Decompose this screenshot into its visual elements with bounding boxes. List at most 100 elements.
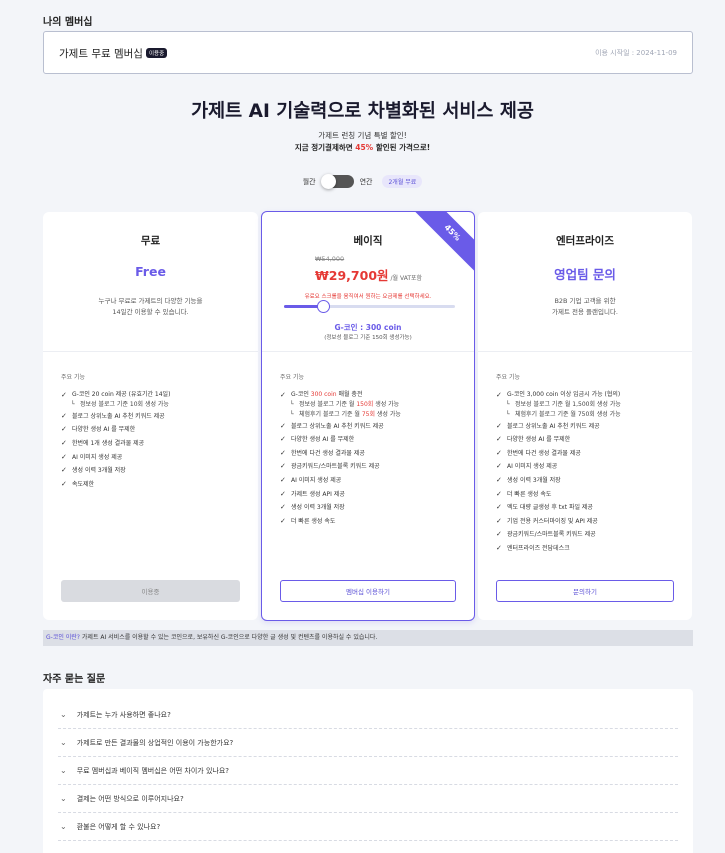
hero-discount-prefix: 지금 정기결제하면	[294, 143, 356, 152]
feature-list: G-코인 3,000 coin 이상 입금시 가능 (협의) 정보성 블로그 기…	[496, 390, 682, 556]
hero-subtitle: 가제트 런칭 기념 특별 할인!	[318, 131, 407, 140]
feature-item: 다양한 생성 AI 를 무제한	[61, 423, 248, 437]
feature-item: 더 빠른 생성 속도	[280, 515, 464, 529]
feature-sub-item: 정보성 블로그 기준 월 150회 생성 가능	[280, 400, 464, 410]
hero-title: 가제트 AI 기술력으로 차별화된 서비스 제공	[191, 101, 534, 122]
divider	[43, 351, 258, 352]
faq-question: 가제트는 누가 사용하면 좋나요?	[76, 710, 171, 719]
membership-name: 가제트 무료 멤버십 이용중	[59, 46, 168, 61]
plan-description: B2B 기업 고객을 위한 가제트 전용 플랜입니다.	[552, 297, 618, 316]
monthly-label[interactable]: 월간	[303, 177, 316, 187]
feature-sub-item: 체험후기 블로그 기준 월 750회 생성 가능	[496, 410, 682, 420]
faq-item[interactable]: ⌄ 무료 멤버십과 베이직 멤버십은 어떤 차이가 있나요?	[58, 757, 678, 785]
billing-period-toggle[interactable]	[320, 174, 354, 189]
feature-item: 엑도 대량 글생성 후 txt 파일 제공	[496, 501, 682, 515]
price-period: /월 VAT포함	[390, 275, 423, 282]
feature-item: 한번에 다건 생성 결과물 제공	[496, 447, 682, 461]
divider	[262, 351, 474, 352]
feature-sub-item: 체험후기 블로그 기준 월 75회 생성 가능	[280, 410, 464, 420]
feature-item: 가제트 생성 API 제공	[280, 488, 464, 502]
feature-item: AI 이미지 생성 제공	[61, 451, 248, 465]
feature-item: 한번에 다건 생성 결과물 제공	[280, 447, 464, 461]
plan-card-free: 무료 Free 누구나 무료로 가제트의 다양한 기능을 14일간 이용할 수 …	[43, 212, 258, 620]
faq-question: 가제트로 만든 결과물의 상업적인 이용이 가능한가요?	[76, 738, 234, 747]
plan-card-enterprise: 엔터프라이즈 영업팀 문의 B2B 기업 고객을 위한 가제트 전용 플랜입니다…	[478, 212, 692, 620]
feature-item: 생성 이력 3개월 저장	[61, 464, 248, 478]
status-badge: 이용중	[145, 48, 168, 58]
feature-text: 정보성 블로그 기준 월	[299, 401, 357, 408]
coin-slider[interactable]	[284, 300, 455, 313]
feature-item: 엔터프라이즈 전담데스크	[496, 542, 682, 556]
faq-question: 환불은 어떻게 할 수 있나요?	[76, 822, 161, 831]
slider-thumb[interactable]	[317, 300, 331, 313]
feature-text: 생성 가능	[373, 401, 400, 408]
yearly-discount-pill: 2개월 무료	[382, 175, 423, 188]
feature-item: AI 이미지 생성 제공	[280, 474, 464, 488]
feature-item: 다양한 생성 AI 를 무제한	[496, 433, 682, 447]
feature-item: G-코인 20 coin 제공 (유효기간 14일)	[61, 390, 248, 400]
feature-text: 체험후기 블로그 기준 월	[299, 410, 362, 418]
feature-item: 블로그 상위노출 AI 추천 키워드 제공	[61, 410, 248, 424]
membership-start-date: 이용 시작일 : 2024-11-09	[595, 49, 677, 57]
feature-highlight: 150회	[356, 401, 374, 408]
feature-item: AI 이미지 생성 제공	[496, 460, 682, 474]
membership-status-card: 가제트 무료 멤버십 이용중 이용 시작일 : 2024-11-09	[43, 31, 693, 74]
faq-item[interactable]: ⌄ 환불은 어떻게 할 수 있나요?	[58, 813, 678, 841]
faq-item[interactable]: ⌄ 가제트로 만든 결과물의 상업적인 이용이 가능한가요?	[58, 729, 678, 757]
chevron-down-icon: ⌄	[60, 710, 67, 719]
contact-sales-button[interactable]: 문의하기	[496, 580, 674, 602]
my-membership-title: 나의 멤버십	[43, 17, 93, 28]
faq-question: 결제는 어떤 방식으로 이루어지나요?	[76, 794, 184, 803]
features-label: 주요 기능	[280, 374, 304, 381]
feature-item: 광금키워드/스마트블록 키워드 제공	[496, 528, 682, 542]
plan-title: 무료	[140, 235, 161, 247]
coin-amount-label: G-코인 : 300 coin	[334, 323, 402, 332]
faq-list: ⌄ 가제트는 누가 사용하면 좋나요? ⌄ 가제트로 만든 결과물의 상업적인 이용…	[43, 689, 693, 853]
gcoin-info-link[interactable]: G-코인 이란?	[46, 634, 80, 641]
feature-item: G-코인 3,000 coin 이상 입금시 가능 (협의)	[496, 390, 682, 400]
feature-item: 광금키워드/스마트블록 키워드 제공	[280, 460, 464, 474]
hero-discount-percent: 45%	[355, 143, 374, 152]
feature-item: 생성 이력 3개월 저장	[280, 501, 464, 515]
chevron-down-icon: ⌄	[60, 738, 67, 747]
feature-item: 한번에 1개 생성 결과물 제공	[61, 437, 248, 451]
features-label: 주요 기능	[61, 374, 85, 381]
feature-highlight: 300 coin	[310, 391, 337, 398]
feature-item: 기업 전용 커스터마이징 및 API 제공	[496, 515, 682, 529]
plan-price: 영업팀 문의	[554, 267, 616, 282]
feature-list: G-코인 20 coin 제공 (유효기간 14일) 정보성 블로그 기준 10…	[61, 390, 248, 491]
plan-price-amount: ₩29,700원	[315, 268, 389, 283]
feature-item: 생성 이력 3개월 저장	[496, 474, 682, 488]
toggle-knob[interactable]	[320, 174, 336, 189]
plan-price: Free	[135, 264, 166, 279]
chevron-down-icon: ⌄	[60, 822, 67, 831]
feature-item: 블로그 상위노출 AI 추천 키워드 제공	[496, 420, 682, 434]
plan-title: 엔터프라이즈	[556, 235, 614, 247]
plan-title: 베이직	[353, 235, 383, 247]
divider	[478, 351, 692, 352]
feature-sub-item: 정보성 블로그 기준 10회 생성 가능	[61, 400, 248, 410]
faq-item[interactable]: ⌄ 가제트는 누가 사용하면 좋나요?	[58, 701, 678, 729]
features-label: 주요 기능	[496, 374, 520, 381]
plan-price: ₩29,700원/월 VAT포함	[315, 265, 422, 284]
billing-period-toggle-row: 월간 연간 2개월 무료	[0, 174, 725, 189]
yearly-label[interactable]: 연간	[360, 177, 373, 187]
hero-discount-line: 지금 정기결제하면 45% 할인된 가격으로!	[0, 142, 725, 153]
free-plan-in-use-button[interactable]: 이용중	[61, 580, 240, 602]
slider-instruction: 유료요 스크롤을 움직여서 원하는 요금제를 선택하세요.	[304, 294, 432, 300]
feature-text: G-코인	[291, 391, 311, 398]
feature-item: 속도제한	[61, 478, 248, 492]
feature-highlight: 75회	[361, 410, 375, 418]
coin-amount-note: (정보성 블로그 기준 150회 생성가능)	[324, 335, 412, 341]
subscribe-membership-button[interactable]: 멤버십 이용하기	[280, 580, 456, 602]
feature-item: 다양한 생성 AI 를 무제한	[280, 433, 464, 447]
feature-sub-item: 정보성 블로그 기준 월 1,500회 생성 가능	[496, 400, 682, 410]
feature-item: 블로그 상위노출 AI 추천 키워드 제공	[280, 420, 464, 434]
gcoin-info-text: 가제트 AI 서비스를 이용할 수 있는 코인으로, 보유하신 G-코인으로 다…	[80, 634, 378, 641]
plan-card-basic: 45% 베이직 ₩54,000 ₩29,700원/월 VAT포함 유료요 스크롤…	[261, 211, 475, 621]
faq-item[interactable]: ⌄ 결제는 어떤 방식으로 이루어지나요?	[58, 785, 678, 813]
feature-list: G-코인 300 coin 매월 충전 정보성 블로그 기준 월 150회 생성…	[280, 390, 464, 528]
membership-name-text: 가제트 무료 멤버십	[59, 48, 143, 60]
chevron-down-icon: ⌄	[60, 766, 67, 775]
chevron-down-icon: ⌄	[60, 794, 67, 803]
